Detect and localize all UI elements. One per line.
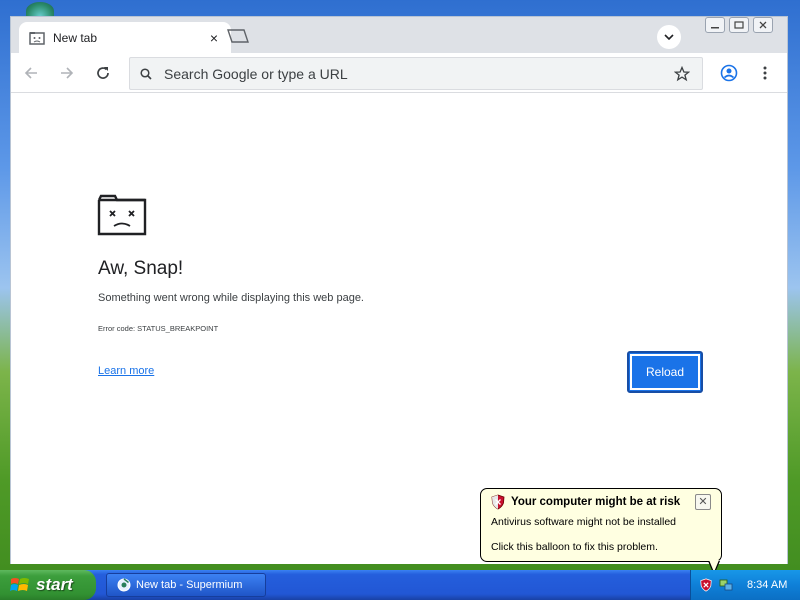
balloon-text-1: Antivirus software might not be installe… (491, 516, 677, 528)
error-message: Something went wrong while displaying th… (98, 292, 364, 304)
start-label: start (36, 575, 73, 594)
balloon-title: Your computer might be at risk (511, 496, 681, 508)
sad-tab-favicon (29, 31, 45, 45)
maximize-button[interactable] (729, 17, 749, 33)
security-balloon[interactable]: Your computer might be at risk ✕ Antivir… (480, 488, 722, 562)
supermium-icon (117, 578, 131, 592)
sad-tab-icon (97, 194, 147, 236)
omnibox (129, 57, 703, 90)
address-bar-input[interactable] (164, 65, 672, 82)
tab-title: New tab (53, 30, 98, 45)
learn-more-link[interactable]: Learn more (98, 365, 154, 377)
window-controls (705, 17, 773, 33)
taskbar-item-browser[interactable]: New tab - Supermium (106, 573, 266, 597)
system-tray: 8:34 AM (690, 570, 800, 600)
network-icon[interactable] (719, 578, 733, 592)
security-shield-icon[interactable] (699, 578, 713, 592)
tab-strip: New tab × (11, 17, 787, 53)
forward-arrow-icon[interactable] (55, 61, 79, 85)
close-icon[interactable]: × (207, 31, 221, 45)
profile-icon[interactable] (717, 61, 741, 85)
taskbar: start New tab - Supermium 8:34 AM (0, 570, 800, 600)
start-button[interactable]: start (0, 570, 96, 600)
taskbar-item-label: New tab - Supermium (136, 579, 243, 591)
close-window-button[interactable] (753, 17, 773, 33)
reload-icon[interactable] (91, 61, 115, 85)
tab-new-tab[interactable]: New tab × (19, 22, 231, 53)
chevron-down-icon[interactable] (657, 25, 681, 49)
windows-logo-icon (10, 578, 29, 591)
minimize-button[interactable] (705, 17, 725, 33)
clock: 8:34 AM (747, 579, 788, 591)
error-code: Error code: STATUS_BREAKPOINT (98, 324, 219, 333)
balloon-text-2: Click this balloon to fix this problem. (491, 541, 658, 553)
new-tab-icon[interactable] (225, 28, 251, 44)
browser-window: New tab × Search Google or type a URL Aw… (10, 16, 788, 564)
balloon-close-button[interactable]: ✕ (695, 494, 711, 510)
star-icon[interactable] (672, 64, 692, 84)
back-arrow-icon[interactable] (19, 61, 43, 85)
search-icon (140, 67, 152, 80)
error-title: Aw, Snap! (98, 258, 184, 279)
toolbar (11, 53, 787, 93)
reload-button[interactable]: Reload (627, 351, 703, 393)
security-shield-icon (491, 494, 505, 510)
kebab-menu-icon[interactable] (753, 61, 777, 85)
